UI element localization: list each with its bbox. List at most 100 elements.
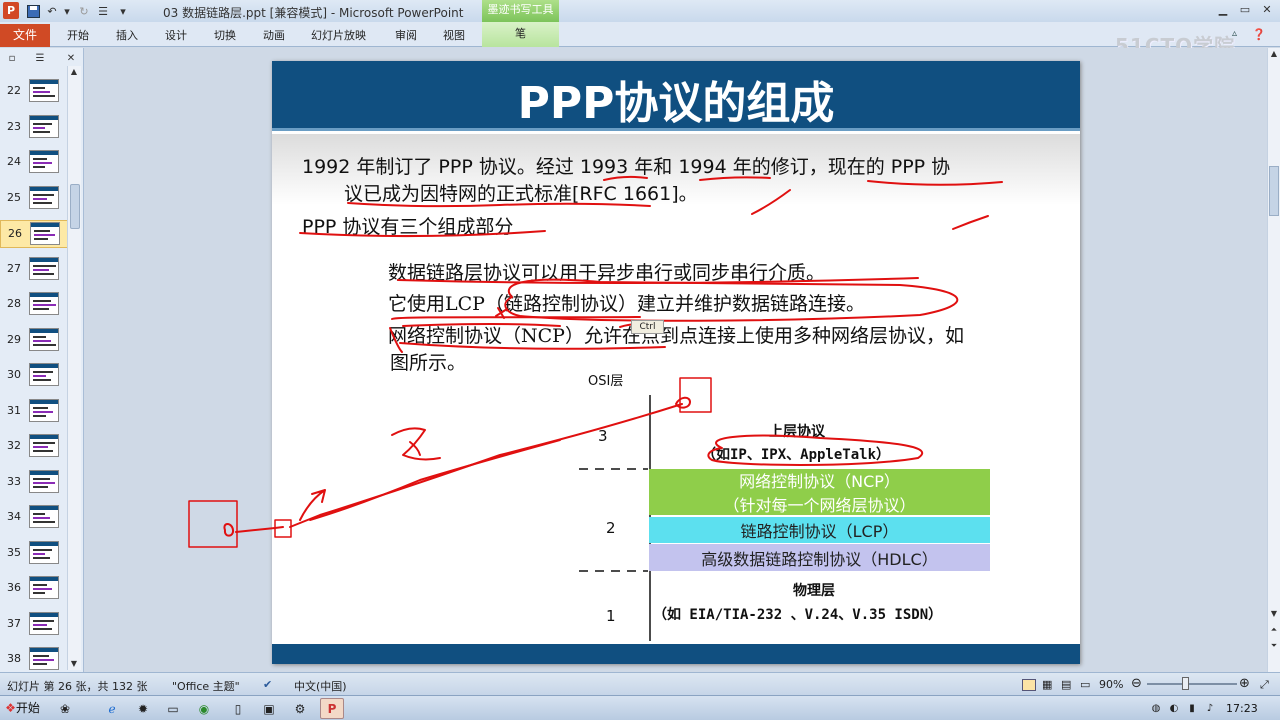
slideshow-icon[interactable]: ▭	[1080, 678, 1090, 691]
reading-view-icon[interactable]: ▤	[1061, 678, 1071, 691]
upper-protocol-title: 上层协议	[769, 424, 825, 440]
thumbnail-number: 30	[7, 368, 21, 381]
fit-to-window-icon[interactable]: ⤢	[1260, 678, 1269, 692]
tab-pen[interactable]: 笔	[482, 22, 559, 47]
lcp-label: 链路控制协议（LCP）	[740, 522, 899, 541]
media-icon[interactable]: ✹	[131, 698, 155, 719]
undo-dropdown-icon[interactable]: ▾	[62, 3, 72, 19]
theme-name: "Office 主题"	[172, 680, 240, 693]
customize-qat-icon[interactable]: ▾	[118, 3, 128, 19]
scroll-up-icon[interactable]: ▲	[1268, 48, 1280, 60]
zoom-slider-thumb[interactable]	[1182, 677, 1189, 690]
slides-tab-icon[interactable]: ▫	[5, 52, 19, 65]
outline-tab-icon[interactable]: ☰	[33, 52, 47, 65]
volume-icon[interactable]: ♪	[1202, 698, 1218, 719]
thumbnail-number: 29	[7, 332, 21, 346]
thumbnail-preview	[29, 185, 59, 209]
tab-review[interactable]: 审阅	[395, 27, 417, 43]
tab-transitions[interactable]: 切换	[214, 27, 236, 43]
tab-slideshow[interactable]: 幻灯片放映	[311, 27, 366, 43]
slide-thumbnail-28[interactable]: 28	[0, 291, 70, 319]
slide-thumbnail-33[interactable]: 33	[0, 469, 70, 497]
undo-icon[interactable]: ↶	[44, 3, 60, 19]
scroll-down-icon[interactable]: ▼	[1268, 608, 1280, 620]
slide-thumbnail-25[interactable]: 25	[0, 185, 70, 213]
slide-thumbnail-35[interactable]: 35	[0, 540, 70, 568]
slide-thumbnail-23[interactable]: 23	[0, 114, 70, 142]
scroll-thumb[interactable]	[1269, 166, 1279, 216]
thumbnail-preview	[30, 222, 60, 245]
thumbnail-number: 31	[7, 403, 21, 417]
slide-thumbnail-26[interactable]: 26	[0, 220, 70, 248]
thumbnail-preview	[29, 256, 59, 280]
minimize-icon[interactable]: ▁	[1215, 3, 1231, 17]
spellcheck-icon[interactable]: ✔	[263, 678, 272, 691]
slide-thumbnail-pane: ▫ ☰ ✕ 22 23 24 25 26 27 28 29 30 31 32 33 34 35 36 37 38…	[0, 48, 84, 672]
thumbnail-preview	[29, 363, 59, 386]
restore-icon[interactable]: ▭	[1237, 3, 1253, 17]
tray-icon-2[interactable]: ◐	[1166, 698, 1182, 719]
redo-icon[interactable]: ↻	[77, 3, 91, 19]
slide-thumbnail-27[interactable]: 27	[0, 256, 70, 284]
tab-insert[interactable]: 插入	[116, 27, 138, 43]
normal-view-icon[interactable]	[1022, 679, 1036, 691]
language[interactable]: 中文(中国)	[294, 678, 347, 694]
ie-icon[interactable]: ℯ	[100, 698, 124, 719]
slide-thumbnail-32[interactable]: 32	[0, 433, 70, 461]
slide-thumbnail-30[interactable]: 30	[0, 362, 70, 390]
document-icon[interactable]: ▯	[226, 698, 250, 719]
thumbnail-preview	[29, 434, 59, 457]
slide-thumbnail-24[interactable]: 24	[0, 149, 70, 177]
zoom-level[interactable]: 90%	[1099, 678, 1123, 691]
tab-home[interactable]: 开始	[67, 27, 89, 43]
previous-slide-icon[interactable]: ⏶	[1268, 624, 1280, 636]
scroll-down-icon[interactable]: ▼	[68, 658, 80, 670]
save-icon[interactable]	[25, 3, 41, 19]
minimize-ribbon-icon[interactable]: ▵	[1232, 28, 1237, 39]
scroll-up-icon[interactable]: ▲	[68, 66, 80, 78]
thumbnail-preview	[29, 540, 59, 564]
zoom-slider[interactable]	[1147, 683, 1237, 685]
zoom-out-icon[interactable]: ⊖	[1131, 676, 1142, 691]
thumbnail-number: 27	[7, 261, 21, 275]
tab-view[interactable]: 视图	[443, 27, 465, 43]
tool-icon[interactable]: ⚙	[288, 698, 312, 719]
tab-animations[interactable]: 动画	[263, 27, 285, 43]
slide-sorter-icon[interactable]: ▦	[1042, 678, 1052, 691]
clock[interactable]: 17:23	[1226, 702, 1258, 715]
thumbnail-scrollbar[interactable]: ▲ ▼	[67, 66, 81, 670]
scroll-thumb[interactable]	[70, 184, 80, 229]
slide-thumbnail-36[interactable]: 36	[0, 575, 70, 603]
network-tray-icon[interactable]: ▮	[1184, 698, 1200, 719]
slide-canvas[interactable]: PPP协议的组成 1992 年制订了 PPP 协议。经过 1993 年和 199…	[272, 61, 1080, 664]
tray-icon-1[interactable]: ◍	[1148, 698, 1164, 719]
close-icon[interactable]: ✕	[1259, 3, 1275, 17]
folder-icon[interactable]: ▭	[161, 698, 185, 719]
slide-thumbnail-37[interactable]: 37	[0, 611, 70, 639]
tab-design[interactable]: 设计	[165, 27, 187, 43]
slide-thumbnail-38[interactable]: 38	[0, 646, 70, 674]
slide-thumbnail-29[interactable]: 29	[0, 327, 70, 355]
slide-thumbnail-22[interactable]: 22	[0, 78, 70, 106]
ribbon-tabs: 文件 开始 插入 设计 切换 动画 幻灯片放映 审阅 视图 笔	[0, 22, 1280, 47]
close-pane-icon[interactable]: ✕	[64, 52, 78, 65]
zoom-in-icon[interactable]: ⊕	[1239, 676, 1250, 691]
app-launcher-icon[interactable]: ❀	[53, 698, 77, 719]
chrome-icon[interactable]: ◉	[192, 698, 216, 719]
next-slide-icon[interactable]: ⏷	[1268, 640, 1280, 652]
thumbnail-preview	[29, 647, 59, 670]
thumbnail-preview	[29, 469, 59, 493]
tab-file[interactable]: 文件	[0, 24, 50, 47]
start-button[interactable]: ❖开始	[1, 698, 44, 719]
powerpoint-app-icon[interactable]: P	[3, 2, 19, 19]
network-app-icon[interactable]: ▣	[257, 698, 281, 719]
vertical-scrollbar[interactable]: ▲ ▼ ⏶ ⏷	[1267, 48, 1280, 672]
slide-thumbnail-31[interactable]: 31	[0, 398, 70, 426]
help-icon[interactable]: ❓	[1252, 28, 1266, 41]
thumbnail-preview	[29, 150, 59, 173]
powerpoint-taskbar-icon[interactable]: P	[320, 698, 344, 719]
menu-icon[interactable]: ☰	[96, 3, 110, 19]
status-bar: 幻灯片 第 26 张，共 132 张 "Office 主题" ✔ 中文(中国) …	[0, 672, 1280, 695]
hdlc-band: 高级数据链路控制协议（HDLC）	[649, 544, 990, 571]
slide-thumbnail-34[interactable]: 34	[0, 504, 70, 532]
